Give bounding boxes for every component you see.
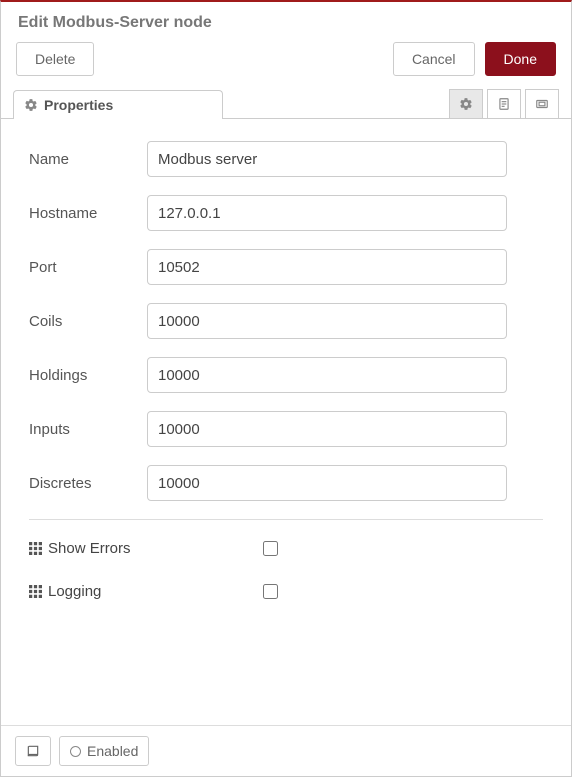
discretes-input[interactable] (147, 465, 507, 501)
logging-checkbox[interactable] (263, 584, 278, 599)
coils-label: Coils (29, 313, 147, 330)
tab-label: Properties (44, 97, 113, 113)
tab-properties[interactable]: Properties (13, 90, 223, 119)
logging-label: Logging (48, 583, 101, 600)
port-input[interactable] (147, 249, 507, 285)
holdings-label: Holdings (29, 367, 147, 384)
gear-icon (459, 97, 473, 111)
appearance-icon (535, 97, 549, 111)
enabled-label: Enabled (87, 743, 138, 759)
document-icon (497, 97, 511, 111)
dialog-title: Edit Modbus-Server node (18, 14, 556, 32)
node-help-button[interactable] (15, 736, 51, 766)
port-label: Port (29, 259, 147, 276)
holdings-input[interactable] (147, 357, 507, 393)
delete-button[interactable]: Delete (16, 42, 94, 76)
discretes-label: Discretes (29, 475, 147, 492)
gear-icon (24, 98, 38, 112)
circle-icon (70, 746, 81, 757)
node-settings-button[interactable] (449, 89, 483, 119)
divider (29, 519, 543, 520)
hostname-input[interactable] (147, 195, 507, 231)
book-icon (26, 744, 40, 758)
inputs-label: Inputs (29, 421, 147, 438)
coils-input[interactable] (147, 303, 507, 339)
grid-icon (29, 585, 42, 598)
cancel-button[interactable]: Cancel (393, 42, 475, 76)
name-input[interactable] (147, 141, 507, 177)
hostname-label: Hostname (29, 205, 147, 222)
properties-form: Name Hostname Port Coils Holdings Inputs… (1, 119, 571, 725)
name-label: Name (29, 151, 147, 168)
enabled-toggle-button[interactable]: Enabled (59, 736, 149, 766)
show-errors-label: Show Errors (48, 540, 131, 557)
node-appearance-button[interactable] (525, 89, 559, 119)
inputs-input[interactable] (147, 411, 507, 447)
grid-icon (29, 542, 42, 555)
done-button[interactable]: Done (485, 42, 556, 76)
show-errors-checkbox[interactable] (263, 541, 278, 556)
node-description-button[interactable] (487, 89, 521, 119)
